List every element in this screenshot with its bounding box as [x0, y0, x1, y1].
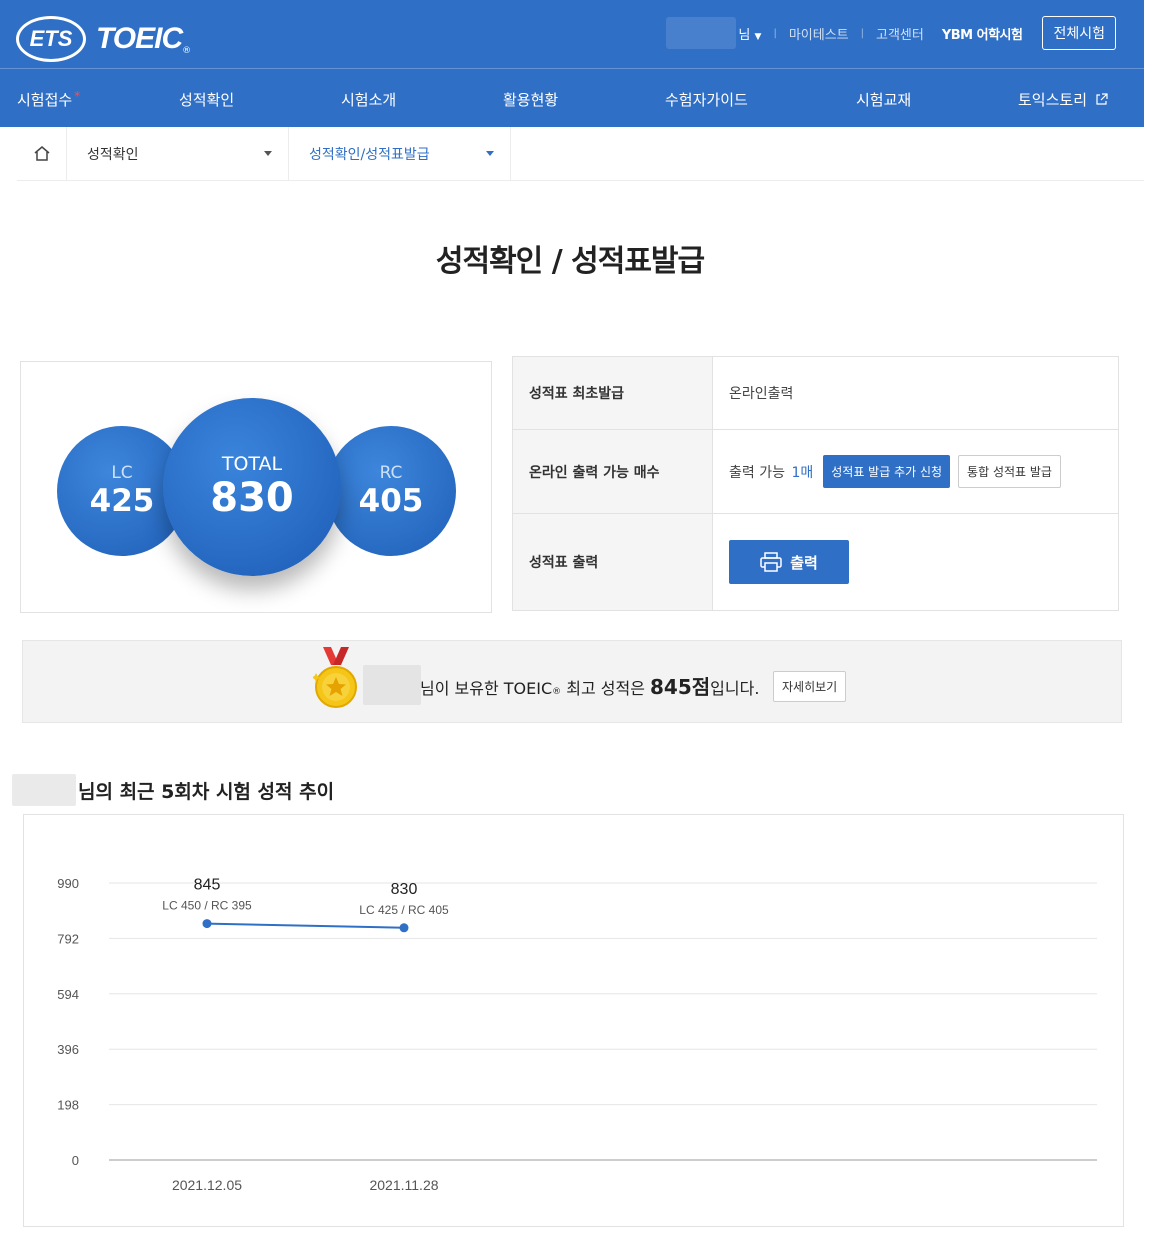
score-summary: LC 425 RC 405 TOTAL 830 — [20, 361, 492, 613]
best-score-banner: 님이 보유한 TOEIC ® 최고 성적은 845점 입니다. 자세히보기 — [22, 640, 1122, 723]
y-tick-label: 198 — [57, 1098, 79, 1113]
customer-center-link[interactable]: 고객센터 — [876, 24, 924, 43]
ets-logo-mark: ETS — [16, 16, 86, 62]
best-score-value: 845점 — [650, 675, 711, 699]
best-text-b: 최고 성적은 — [561, 679, 650, 698]
user-menu-toggle[interactable]: 님 ▼ — [738, 24, 761, 43]
caret-down-icon — [486, 151, 494, 156]
x-tick-label: 2021.11.28 — [369, 1177, 438, 1193]
data-point — [202, 919, 212, 929]
toeic-logo-text: TOEIC — [96, 22, 183, 55]
score-trend-chart: 0 198 396 594 792 990 2021.12.05 2021.11.28 845 L… — [23, 814, 1124, 1227]
rc-value: 405 — [358, 483, 424, 519]
breadcrumb-select-level1[interactable]: 성적확인 — [67, 127, 289, 180]
nav-item-usage[interactable]: 활용현황 — [503, 89, 558, 110]
y-tick-label: 0 — [72, 1153, 79, 1168]
user-name-blurred — [666, 17, 737, 49]
toeic-logo[interactable]: ETS TOEIC ® — [16, 16, 191, 62]
row-header: 성적표 출력 — [513, 514, 713, 610]
print-label: 출력 — [790, 553, 818, 572]
data-point — [399, 923, 409, 933]
y-tick-label: 594 — [57, 987, 79, 1002]
home-icon — [34, 146, 49, 161]
total-value: 830 — [210, 475, 294, 521]
global-nav: 시험접수 * 성적확인 시험소개 활용현황 수험자가이드 시험교재 토익스토리 — [0, 68, 1144, 127]
report-info-table: 성적표 최초발급 온라인출력 온라인 출력 가능 매수 출력 가능 1매 성적표… — [512, 356, 1119, 611]
registered-mark: ® — [552, 687, 562, 697]
nav-item-story[interactable]: 토익스토리 — [1018, 89, 1108, 110]
util-divider: | — [860, 27, 864, 39]
rc-label: RC — [379, 463, 403, 483]
site-header: ETS TOEIC ® 님 ▼ | 마이테스트 | 고객센터 YBM 어학시험 … — [0, 0, 1144, 127]
lc-label: LC — [111, 463, 133, 483]
series-line — [206, 922, 405, 929]
nav-label: 시험접수 — [17, 91, 73, 109]
medal-icon — [313, 647, 357, 708]
lc-value: 425 — [89, 483, 155, 519]
toeic-logo-reg: ® — [182, 46, 192, 56]
nav-item-registration[interactable]: 시험접수 * — [17, 89, 80, 110]
user-name-blurred — [12, 774, 76, 806]
total-label: TOTAL — [221, 453, 283, 475]
print-count-cell: 출력 가능 1매 성적표 발급 추가 신청 통합 성적표 발급 — [713, 430, 1118, 513]
integrated-report-button[interactable]: 통합 성적표 발급 — [958, 455, 1061, 488]
y-tick-label: 792 — [57, 931, 79, 946]
breadcrumb-label: 성적확인 — [87, 146, 139, 163]
nav-item-guide[interactable]: 수험자가이드 — [665, 89, 748, 110]
utility-menu: 님 ▼ | 마이테스트 | 고객센터 YBM 어학시험 전체시험 — [666, 16, 1116, 50]
data-label: 830 — [391, 881, 418, 898]
nav-item-books[interactable]: 시험교재 — [856, 89, 911, 110]
view-details-button[interactable]: 자세히보기 — [773, 671, 847, 702]
rc-score-circle: RC 405 — [326, 426, 456, 556]
print-available-label: 출력 가능 — [729, 464, 785, 481]
user-suffix: 님 — [738, 27, 751, 43]
data-sublabel: LC 425 / RC 405 — [359, 903, 449, 917]
total-score-circle: TOTAL 830 — [163, 398, 341, 576]
best-text-a: 님이 보유한 TOEIC — [420, 679, 553, 698]
all-tests-button[interactable]: 전체시험 — [1042, 16, 1116, 50]
print-available-count: 1매 — [791, 464, 814, 481]
ybm-exam-link[interactable]: YBM 어학시험 — [942, 24, 1023, 43]
table-row: 온라인 출력 가능 매수 출력 가능 1매 성적표 발급 추가 신청 통합 성적… — [513, 430, 1118, 514]
first-issue-value: 온라인출력 — [729, 386, 794, 402]
y-tick-label: 990 — [57, 876, 79, 891]
util-divider: | — [773, 27, 777, 39]
table-row: 성적표 최초발급 온라인출력 — [513, 357, 1118, 430]
chevron-down-icon: ▼ — [754, 31, 762, 42]
external-link-icon — [1096, 93, 1108, 105]
breadcrumb-select-level2[interactable]: 성적확인/성적표발급 — [289, 127, 511, 180]
best-text-c: 입니다. — [710, 679, 760, 698]
best-score-message: 님이 보유한 TOEIC ® 최고 성적은 845점 입니다. — [420, 671, 759, 700]
data-sublabel: LC 450 / RC 395 — [162, 899, 252, 913]
row-header: 온라인 출력 가능 매수 — [513, 430, 713, 513]
table-row: 성적표 출력 출력 — [513, 514, 1118, 610]
caret-down-icon — [264, 151, 272, 156]
home-button[interactable] — [17, 127, 67, 180]
row-header: 성적표 최초발급 — [513, 357, 713, 429]
add-report-request-button[interactable]: 성적표 발급 추가 신청 — [823, 455, 951, 488]
new-marker: * — [74, 89, 81, 103]
score-trend-svg: 0 198 396 594 792 990 2021.12.05 2021.11.28 845 L… — [57, 876, 1097, 1193]
y-tick-label: 396 — [57, 1042, 79, 1057]
print-button[interactable]: 출력 — [729, 540, 849, 584]
trend-title: 님의 최근 5회차 시험 성적 추이 — [12, 774, 334, 806]
user-name-blurred — [363, 665, 421, 705]
x-tick-label: 2021.12.05 — [172, 1177, 242, 1193]
page-title: 성적확인 / 성적표발급 — [435, 244, 705, 279]
nav-item-intro[interactable]: 시험소개 — [341, 89, 396, 110]
nav-item-score[interactable]: 성적확인 — [179, 89, 234, 110]
breadcrumb-label: 성적확인/성적표발급 — [309, 146, 430, 163]
printer-icon — [760, 552, 782, 572]
mytest-link[interactable]: 마이테스트 — [789, 24, 849, 43]
data-label: 845 — [194, 877, 221, 894]
print-cell: 출력 — [713, 514, 1118, 610]
nav-label: 토익스토리 — [1018, 91, 1088, 109]
trend-title-text: 님의 최근 5회차 시험 성적 추이 — [78, 780, 335, 803]
breadcrumb: 성적확인 성적확인/성적표발급 — [17, 127, 1144, 181]
